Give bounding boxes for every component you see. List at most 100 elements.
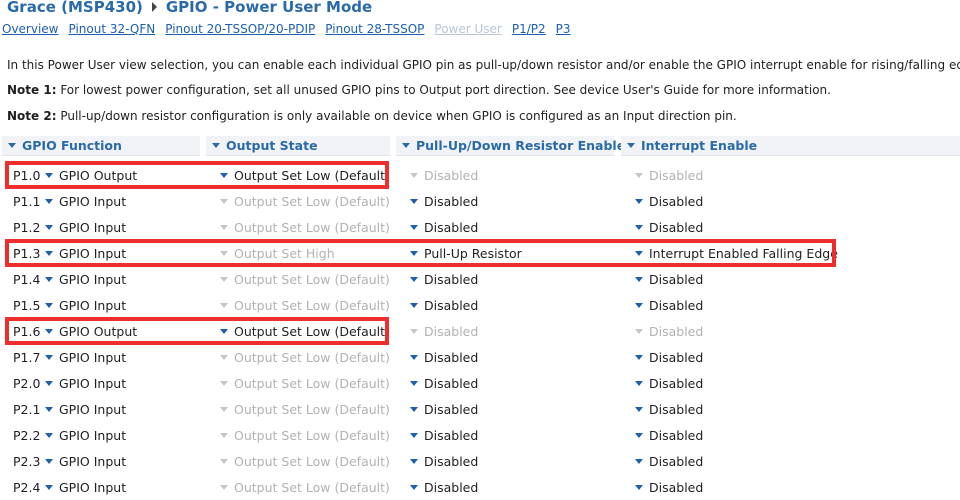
nav-pinout-28-tssop[interactable]: Pinout 28-TSSOP	[325, 22, 424, 36]
resistor-enable-dropdown[interactable]: Disabled	[410, 188, 478, 214]
resistor-enable-dropdown[interactable]: Pull-Up Resistor	[410, 240, 522, 266]
gpio-function-dropdown[interactable]: GPIO Input	[45, 240, 126, 266]
dropdown-arrow-icon	[220, 380, 228, 386]
nav-pinout-32-qfn[interactable]: Pinout 32-QFN	[69, 22, 156, 36]
resistor-enable-dropdown[interactable]: Disabled	[410, 292, 478, 318]
gpio-function-dropdown[interactable]: GPIO Input	[45, 188, 126, 214]
dropdown-arrow-icon	[410, 380, 418, 386]
resistor-enable-dropdown[interactable]: Disabled	[410, 396, 478, 422]
gpio-function-dropdown[interactable]: GPIO Input	[45, 370, 126, 396]
gpio-function-dropdown[interactable]: GPIO Input	[45, 474, 126, 500]
interrupt-enable-dropdown[interactable]: Disabled	[635, 344, 703, 370]
pin-label: P2.2	[13, 427, 41, 443]
resistor-enable-dropdown[interactable]: Disabled	[410, 474, 478, 500]
pin-label: P2.4	[13, 479, 41, 495]
interrupt-enable-dropdown-value: Disabled	[649, 349, 704, 365]
gpio-function-dropdown[interactable]: GPIO Input	[45, 266, 126, 292]
view-nav: Overview Pinout 32-QFN Pinout 20-TSSOP/20-…	[2, 22, 581, 38]
pin-label: P1.7	[13, 349, 41, 365]
gpio-function-dropdown[interactable]: GPIO Input	[45, 344, 126, 370]
nav-overview[interactable]: Overview	[2, 22, 59, 36]
output-state-dropdown[interactable]: Output Set Low (Default)	[220, 318, 390, 344]
interrupt-enable-dropdown[interactable]: Disabled	[635, 266, 703, 292]
gpio-function-dropdown-value: GPIO Input	[59, 479, 127, 495]
dropdown-arrow-icon	[635, 406, 643, 412]
output-state-dropdown-value: Output Set Low (Default)	[234, 167, 390, 183]
resistor-enable-dropdown-value: Disabled	[424, 271, 479, 287]
nav-pinout-20-tssop[interactable]: Pinout 20-TSSOP/20-PDIP	[165, 22, 315, 36]
gpio-function-dropdown[interactable]: GPIO Input	[45, 422, 126, 448]
interrupt-enable-dropdown-value: Interrupt Enabled Falling Edge	[649, 245, 838, 261]
note-2-label: Note 2:	[7, 109, 57, 123]
resistor-enable-dropdown-value: Disabled	[424, 349, 479, 365]
table-row: P1.0 GPIO Output Output Set Low (Default) D…	[0, 161, 960, 189]
output-state-dropdown[interactable]: Output Set Low (Default)	[220, 162, 390, 188]
resistor-enable-dropdown[interactable]: Disabled	[410, 448, 478, 474]
gpio-function-dropdown[interactable]: GPIO Input	[45, 396, 126, 422]
note-1-label: Note 1:	[7, 83, 57, 97]
resistor-enable-dropdown[interactable]: Disabled	[410, 266, 478, 292]
output-state-dropdown-value: Output Set Low (Default)	[234, 401, 390, 417]
table-row: P1.7 GPIO Input Output Set Low (Default) Di…	[0, 344, 960, 370]
pin-label: P1.2	[13, 219, 41, 235]
interrupt-enable-dropdown[interactable]: Interrupt Enabled Falling Edge	[635, 240, 838, 266]
resistor-enable-dropdown[interactable]: Disabled	[410, 344, 478, 370]
output-state-dropdown: Output Set Low (Default)	[220, 370, 390, 396]
gpio-function-dropdown-value: GPIO Input	[59, 297, 127, 313]
chevron-down-icon	[627, 143, 635, 148]
interrupt-enable-dropdown-value: Disabled	[649, 453, 704, 469]
dropdown-arrow-icon	[220, 484, 228, 490]
interrupt-enable-dropdown-value: Disabled	[649, 375, 704, 391]
gpio-function-dropdown[interactable]: GPIO Input	[45, 292, 126, 318]
dropdown-arrow-icon	[410, 406, 418, 412]
output-state-dropdown: Output Set Low (Default)	[220, 214, 390, 240]
gpio-function-dropdown-value: GPIO Input	[59, 245, 127, 261]
gpio-function-dropdown[interactable]: GPIO Input	[45, 214, 126, 240]
output-state-dropdown-value: Output Set High	[234, 245, 335, 261]
resistor-enable-dropdown[interactable]: Disabled	[410, 422, 478, 448]
dropdown-arrow-icon	[410, 328, 418, 334]
column-header-gpio-function[interactable]: GPIO Function	[2, 136, 200, 156]
breadcrumb-device[interactable]: Grace (MSP430)	[7, 0, 143, 16]
interrupt-enable-dropdown-value: Disabled	[649, 219, 704, 235]
interrupt-enable-dropdown[interactable]: Disabled	[635, 292, 703, 318]
interrupt-enable-dropdown[interactable]: Disabled	[635, 188, 703, 214]
column-header-interrupt-enable[interactable]: Interrupt Enable	[621, 136, 960, 156]
table-row: P1.5 GPIO Input Output Set Low (Default) Di…	[0, 292, 960, 318]
dropdown-arrow-icon	[45, 302, 53, 308]
output-state-dropdown: Output Set Low (Default)	[220, 292, 390, 318]
table-row: P2.4 GPIO Input Output Set Low (Default) Di…	[0, 474, 960, 500]
nav-power-user: Power User	[434, 22, 502, 36]
resistor-enable-dropdown[interactable]: Disabled	[410, 370, 478, 396]
gpio-function-dropdown[interactable]: GPIO Output	[45, 318, 137, 344]
interrupt-enable-dropdown-value: Disabled	[649, 271, 704, 287]
interrupt-enable-dropdown[interactable]: Disabled	[635, 474, 703, 500]
gpio-function-dropdown-value: GPIO Input	[59, 427, 127, 443]
interrupt-enable-dropdown[interactable]: Disabled	[635, 214, 703, 240]
column-header-resistor-enable[interactable]: Pull-Up/Down Resistor Enable	[396, 136, 625, 156]
nav-p1-p2[interactable]: P1/P2	[512, 22, 546, 36]
interrupt-enable-dropdown[interactable]: Disabled	[635, 448, 703, 474]
output-state-dropdown-value: Output Set Low (Default)	[234, 297, 390, 313]
interrupt-enable-dropdown-value: Disabled	[649, 479, 704, 495]
column-header-output-state[interactable]: Output State	[206, 136, 390, 156]
pin-label: P1.3	[13, 245, 41, 261]
output-state-dropdown-value: Output Set Low (Default)	[234, 323, 390, 339]
breadcrumb-separator-icon	[151, 2, 157, 12]
dropdown-arrow-icon	[635, 302, 643, 308]
gpio-function-dropdown[interactable]: GPIO Output	[45, 162, 137, 188]
dropdown-arrow-icon	[45, 328, 53, 334]
dropdown-arrow-icon	[410, 172, 418, 178]
interrupt-enable-dropdown-value: Disabled	[649, 427, 704, 443]
resistor-enable-dropdown[interactable]: Disabled	[410, 214, 478, 240]
interrupt-enable-dropdown[interactable]: Disabled	[635, 396, 703, 422]
table-row: P2.3 GPIO Input Output Set Low (Default) Di…	[0, 448, 960, 474]
gpio-function-dropdown-value: GPIO Output	[59, 323, 138, 339]
gpio-function-dropdown[interactable]: GPIO Input	[45, 448, 126, 474]
interrupt-enable-dropdown-value: Disabled	[649, 297, 704, 313]
interrupt-enable-dropdown[interactable]: Disabled	[635, 422, 703, 448]
nav-p3[interactable]: P3	[556, 22, 571, 36]
pin-label: P1.4	[13, 271, 41, 287]
interrupt-enable-dropdown[interactable]: Disabled	[635, 370, 703, 396]
dropdown-arrow-icon	[45, 224, 53, 230]
